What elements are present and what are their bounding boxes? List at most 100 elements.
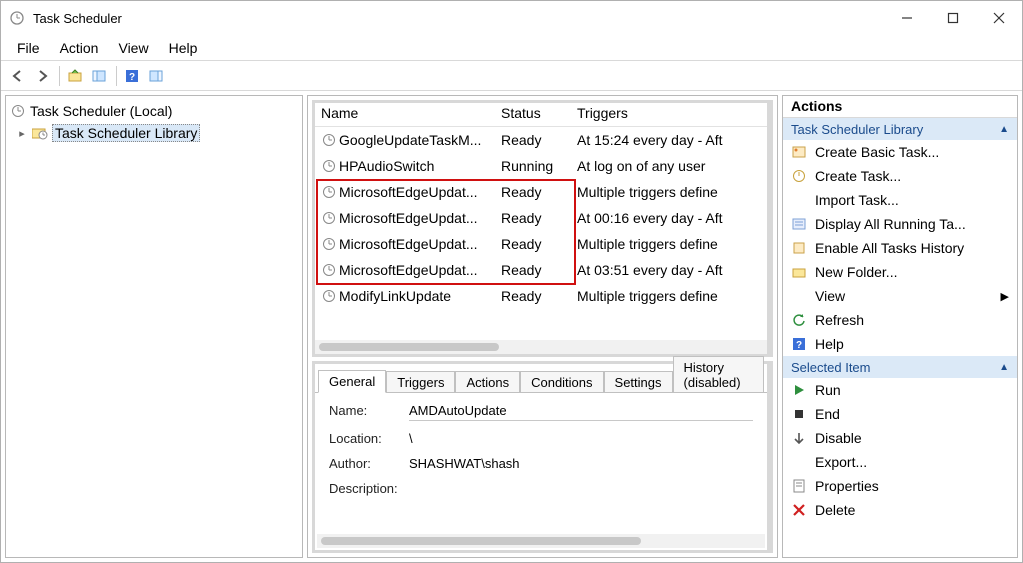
refresh-icon [791, 312, 807, 328]
value-description [409, 481, 753, 496]
action-enable-history[interactable]: Enable All Tasks History [783, 236, 1017, 260]
menu-action[interactable]: Action [50, 37, 109, 59]
minimize-button[interactable] [884, 3, 930, 33]
tab-triggers[interactable]: Triggers [386, 371, 455, 393]
show-hide-tree-button[interactable] [88, 65, 110, 87]
help-button[interactable]: ? [121, 65, 143, 87]
forward-button[interactable] [31, 65, 53, 87]
collapse-icon: ▲ [999, 124, 1009, 135]
action-refresh[interactable]: Refresh [783, 308, 1017, 332]
clock-icon [321, 262, 337, 278]
actions-group-library[interactable]: Task Scheduler Library ▲ [783, 118, 1017, 140]
action-help[interactable]: ?Help [783, 332, 1017, 356]
tab-settings[interactable]: Settings [604, 371, 673, 393]
clock-icon [321, 132, 337, 148]
clock-icon [321, 210, 337, 226]
body: Task Scheduler (Local) ▸ Task Scheduler … [1, 91, 1022, 562]
help-icon: ? [791, 336, 807, 352]
task-name: GoogleUpdateTaskM... [339, 132, 481, 148]
clock-icon [321, 184, 337, 200]
task-name: HPAudioSwitch [339, 158, 434, 174]
center-pane: Name Status Triggers GoogleUpdateTaskM..… [307, 95, 778, 558]
task-status: Ready [495, 262, 571, 278]
task-row[interactable]: HPAudioSwitch RunningAt log on of any use… [315, 153, 767, 179]
tab-history[interactable]: History (disabled) [673, 356, 764, 393]
clock-icon [10, 103, 26, 119]
task-row[interactable]: ModifyLinkUpdateReadyMultiple triggers d… [315, 283, 767, 309]
stop-icon [791, 406, 807, 422]
clock-icon [321, 158, 337, 174]
submenu-arrow-icon: ▶ [1001, 290, 1009, 303]
menubar: File Action View Help [1, 35, 1022, 61]
tab-general[interactable]: General [318, 370, 386, 393]
tree-library-label: Task Scheduler Library [52, 124, 200, 142]
hscrollbar[interactable] [315, 340, 767, 354]
task-status: Ready [495, 184, 571, 200]
task-trigger: Multiple triggers define [571, 288, 767, 304]
task-row[interactable]: MicrosoftEdgeUpdat...ReadyMultiple trigg… [315, 179, 767, 205]
task-row[interactable]: MicrosoftEdgeUpdat...ReadyAt 00:16 every… [315, 205, 767, 231]
action-create-basic-task[interactable]: Create Basic Task... [783, 140, 1017, 164]
show-hide-action-button[interactable] [145, 65, 167, 87]
action-disable[interactable]: Disable [783, 426, 1017, 450]
tab-actions[interactable]: Actions [455, 371, 520, 393]
tab-conditions[interactable]: Conditions [520, 371, 603, 393]
svg-text:?: ? [129, 72, 135, 83]
value-location: \ [409, 431, 753, 446]
action-import-task[interactable]: Import Task... [783, 188, 1017, 212]
svg-text:?: ? [796, 340, 802, 351]
list-icon [791, 216, 807, 232]
task-row[interactable]: MicrosoftEdgeUpdat...ReadyAt 03:51 every… [315, 257, 767, 283]
task-status: Running [495, 158, 571, 174]
col-triggers[interactable]: Triggers [571, 103, 767, 126]
col-status[interactable]: Status [495, 103, 571, 126]
task-row[interactable]: GoogleUpdateTaskM...ReadyAt 15:24 every … [315, 127, 767, 153]
action-run[interactable]: Run [783, 378, 1017, 402]
detail-hscrollbar[interactable] [317, 534, 765, 548]
maximize-button[interactable] [930, 3, 976, 33]
toolbar: ? [1, 61, 1022, 91]
task-list: Name Status Triggers GoogleUpdateTaskM..… [312, 100, 773, 357]
menu-view[interactable]: View [108, 37, 158, 59]
up-button[interactable] [64, 65, 86, 87]
label-author: Author: [329, 456, 409, 471]
actions-group-selected[interactable]: Selected Item ▲ [783, 356, 1017, 378]
task-status: Ready [495, 236, 571, 252]
task-status: Ready [495, 132, 571, 148]
action-display-running[interactable]: Display All Running Ta... [783, 212, 1017, 236]
properties-icon [791, 478, 807, 494]
task-trigger: Multiple triggers define [571, 236, 767, 252]
col-name[interactable]: Name [315, 103, 495, 126]
expand-icon[interactable]: ▸ [16, 127, 28, 140]
action-properties[interactable]: Properties [783, 474, 1017, 498]
tree-library[interactable]: ▸ Task Scheduler Library [10, 122, 298, 144]
tree-root[interactable]: Task Scheduler (Local) [10, 100, 298, 122]
menu-help[interactable]: Help [159, 37, 208, 59]
detail-panel: General Triggers Actions Conditions Sett… [312, 361, 773, 553]
value-name: AMDAutoUpdate [409, 403, 753, 421]
task-trigger: At 03:51 every day - Aft [571, 262, 767, 278]
back-button[interactable] [7, 65, 29, 87]
detail-tabs: General Triggers Actions Conditions Sett… [315, 364, 767, 392]
folder-icon [791, 264, 807, 280]
titlebar: Task Scheduler [1, 1, 1022, 35]
disable-icon [791, 430, 807, 446]
actions-pane: Actions Task Scheduler Library ▲ Create … [782, 95, 1018, 558]
close-button[interactable] [976, 3, 1022, 33]
action-export[interactable]: Export... [783, 450, 1017, 474]
action-new-folder[interactable]: New Folder... [783, 260, 1017, 284]
action-delete[interactable]: Delete [783, 498, 1017, 522]
window-title: Task Scheduler [33, 11, 122, 26]
action-end[interactable]: End [783, 402, 1017, 426]
action-create-task[interactable]: Create Task... [783, 164, 1017, 188]
tree-root-label: Task Scheduler (Local) [30, 103, 172, 119]
task-name: MicrosoftEdgeUpdat... [339, 210, 478, 226]
task-scheduler-window: Task Scheduler File Action View Help ? T… [0, 0, 1023, 563]
task-row[interactable]: MicrosoftEdgeUpdat...ReadyMultiple trigg… [315, 231, 767, 257]
delete-icon [791, 502, 807, 518]
task-trigger: At log on of any user [571, 158, 767, 174]
play-icon [791, 382, 807, 398]
task-status: Ready [495, 288, 571, 304]
menu-file[interactable]: File [7, 37, 50, 59]
action-view[interactable]: View▶ [783, 284, 1017, 308]
